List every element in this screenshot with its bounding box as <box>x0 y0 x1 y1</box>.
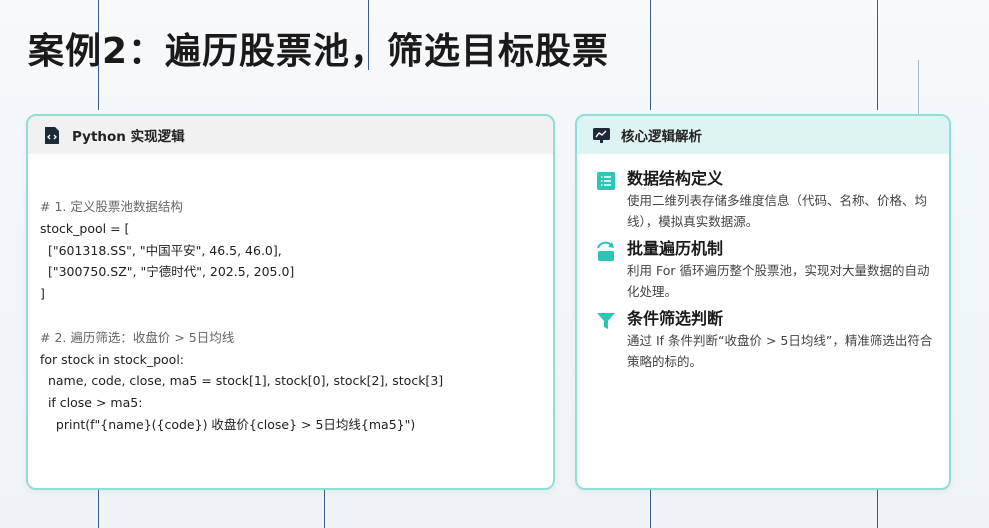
background-line <box>98 490 99 528</box>
analysis-item: 数据结构定义 使用二维列表存储多维度信息（代码、名称、价格、均线），模拟真实数据… <box>595 168 933 232</box>
item-desc: 利用 For 循环遍历整个股票池，实现对大量数据的自动化处理。 <box>627 263 930 299</box>
background-line <box>650 490 651 528</box>
filter-icon <box>595 310 617 332</box>
code-line: ["300750.SZ", "宁德时代", 202.5, 205.0] <box>40 264 295 280</box>
code-card-header: Python 实现逻辑 <box>28 116 553 154</box>
analysis-item: 条件筛选判断 通过 If 条件判断“收盘价 > 5日均线”，精准筛选出符合策略的… <box>595 308 933 372</box>
background-line <box>918 60 919 120</box>
code-comment-line: # 1. 定义股票池数据结构 <box>40 199 183 214</box>
code-line: ] <box>40 286 45 302</box>
analysis-card-title: 核心逻辑解析 <box>621 129 702 145</box>
item-title: 条件筛选判断 <box>627 309 724 328</box>
background-line <box>877 490 878 528</box>
code-card-title: Python 实现逻辑 <box>72 129 185 145</box>
chart-board-icon <box>591 125 611 145</box>
code-line: stock_pool = [ <box>40 220 130 236</box>
page-title: 案例2：遍历股票池，筛选目标股票 <box>28 31 610 72</box>
code-line: print(f"{name}({code}) 收盘价{close} > 5日均线… <box>40 416 416 432</box>
background-line <box>324 490 325 528</box>
analysis-card-header: 核心逻辑解析 <box>577 116 949 154</box>
analysis-card: 核心逻辑解析 数据结构定义 使用二维列表存储多维度信息（代码、名称、价格、均线）… <box>575 114 951 490</box>
item-desc: 使用二维列表存储多维度信息（代码、名称、价格、均线），模拟真实数据源。 <box>627 193 928 229</box>
item-title: 数据结构定义 <box>627 169 724 188</box>
code-comment-line: # 2. 遍历筛选：收盘价 > 5日均线 <box>40 329 235 345</box>
item-title: 批量遍历机制 <box>627 239 724 258</box>
analysis-item: 批量遍历机制 利用 For 循环遍历整个股票池，实现对大量数据的自动化处理。 <box>595 238 933 302</box>
code-block: # 1. 定义股票池数据结构 stock_pool = [ ["601318.SS… <box>28 154 553 436</box>
code-line: name, code, close, ma5 = stock[1], stock… <box>40 373 444 389</box>
loop-icon <box>595 240 617 262</box>
list-icon <box>595 170 617 192</box>
code-card: Python 实现逻辑 # 1. 定义股票池数据结构 stock_pool = [… <box>26 114 555 490</box>
code-line: for stock in stock_pool: <box>40 351 185 367</box>
background-line <box>650 0 651 110</box>
code-line: if close > ma5: <box>40 395 143 411</box>
code-file-icon <box>42 125 62 145</box>
background-line <box>877 0 878 110</box>
code-line: ["601318.SS", "中国平安", 46.5, 46.0], <box>40 242 282 258</box>
item-desc: 通过 If 条件判断“收盘价 > 5日均线”，精准筛选出符合策略的标的。 <box>627 333 933 369</box>
